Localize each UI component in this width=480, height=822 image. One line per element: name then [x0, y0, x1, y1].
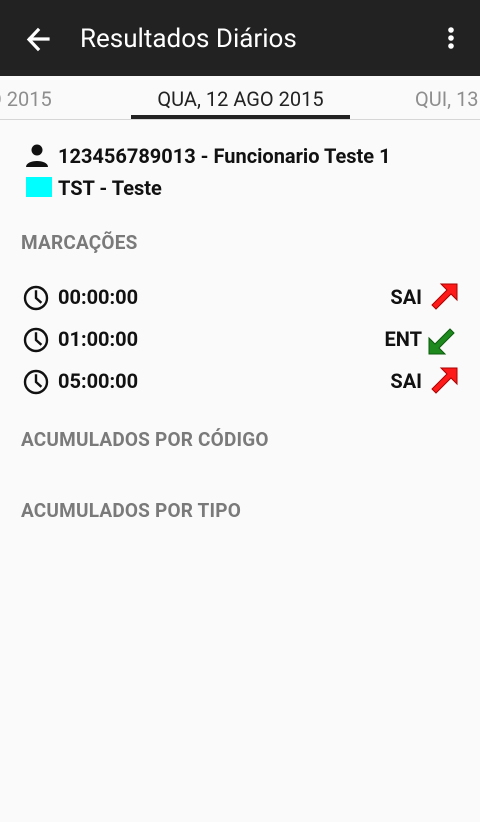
person-icon — [26, 144, 48, 167]
more-vert-icon — [448, 27, 454, 49]
punch-time: 01:00:00 — [58, 327, 139, 351]
entry-arrow-icon — [428, 328, 455, 355]
tab-current-day[interactable]: QUA, 12 AGO 2015 — [131, 86, 350, 112]
punch-type: ENT — [384, 327, 422, 351]
punch-time: 00:00:00 — [58, 285, 139, 309]
exit-arrow-icon — [431, 367, 458, 394]
tab-indicator — [131, 115, 350, 119]
clock-icon — [23, 369, 49, 395]
punch-row: 00:00:00 SAI — [0, 281, 480, 315]
tab-next-day[interactable]: QUI, 13 — [415, 86, 479, 112]
department-color-swatch — [26, 177, 52, 197]
page-title: Resultados Diários — [80, 24, 297, 54]
date-tabs: O 2015 QUA, 12 AGO 2015 QUI, 13 — [0, 76, 480, 120]
punch-type: SAI — [390, 285, 422, 309]
punch-row: 05:00:00 SAI — [0, 365, 480, 399]
more-options-button[interactable] — [436, 20, 468, 60]
clock-icon — [23, 285, 49, 311]
employee-name: 123456789013 - Funcionario Teste 1 — [58, 144, 391, 168]
department-name: TST - Teste — [58, 176, 162, 200]
clock-icon — [23, 327, 49, 353]
section-heading-acumulados-tipo: ACUMULADOS POR TIPO — [21, 499, 242, 522]
tab-previous-day[interactable]: O 2015 — [0, 86, 52, 112]
punch-row: 01:00:00 ENT — [0, 323, 480, 357]
punch-type: SAI — [390, 369, 422, 393]
punch-time: 05:00:00 — [58, 369, 139, 393]
app-bar: Resultados Diários — [0, 0, 480, 76]
exit-arrow-icon — [431, 283, 458, 310]
section-heading-acumulados-codigo: ACUMULADOS POR CÓDIGO — [21, 428, 269, 451]
arrow-back-icon — [26, 27, 50, 52]
section-heading-marcacoes: MARCAÇÕES — [21, 231, 138, 254]
back-button[interactable] — [18, 20, 58, 60]
